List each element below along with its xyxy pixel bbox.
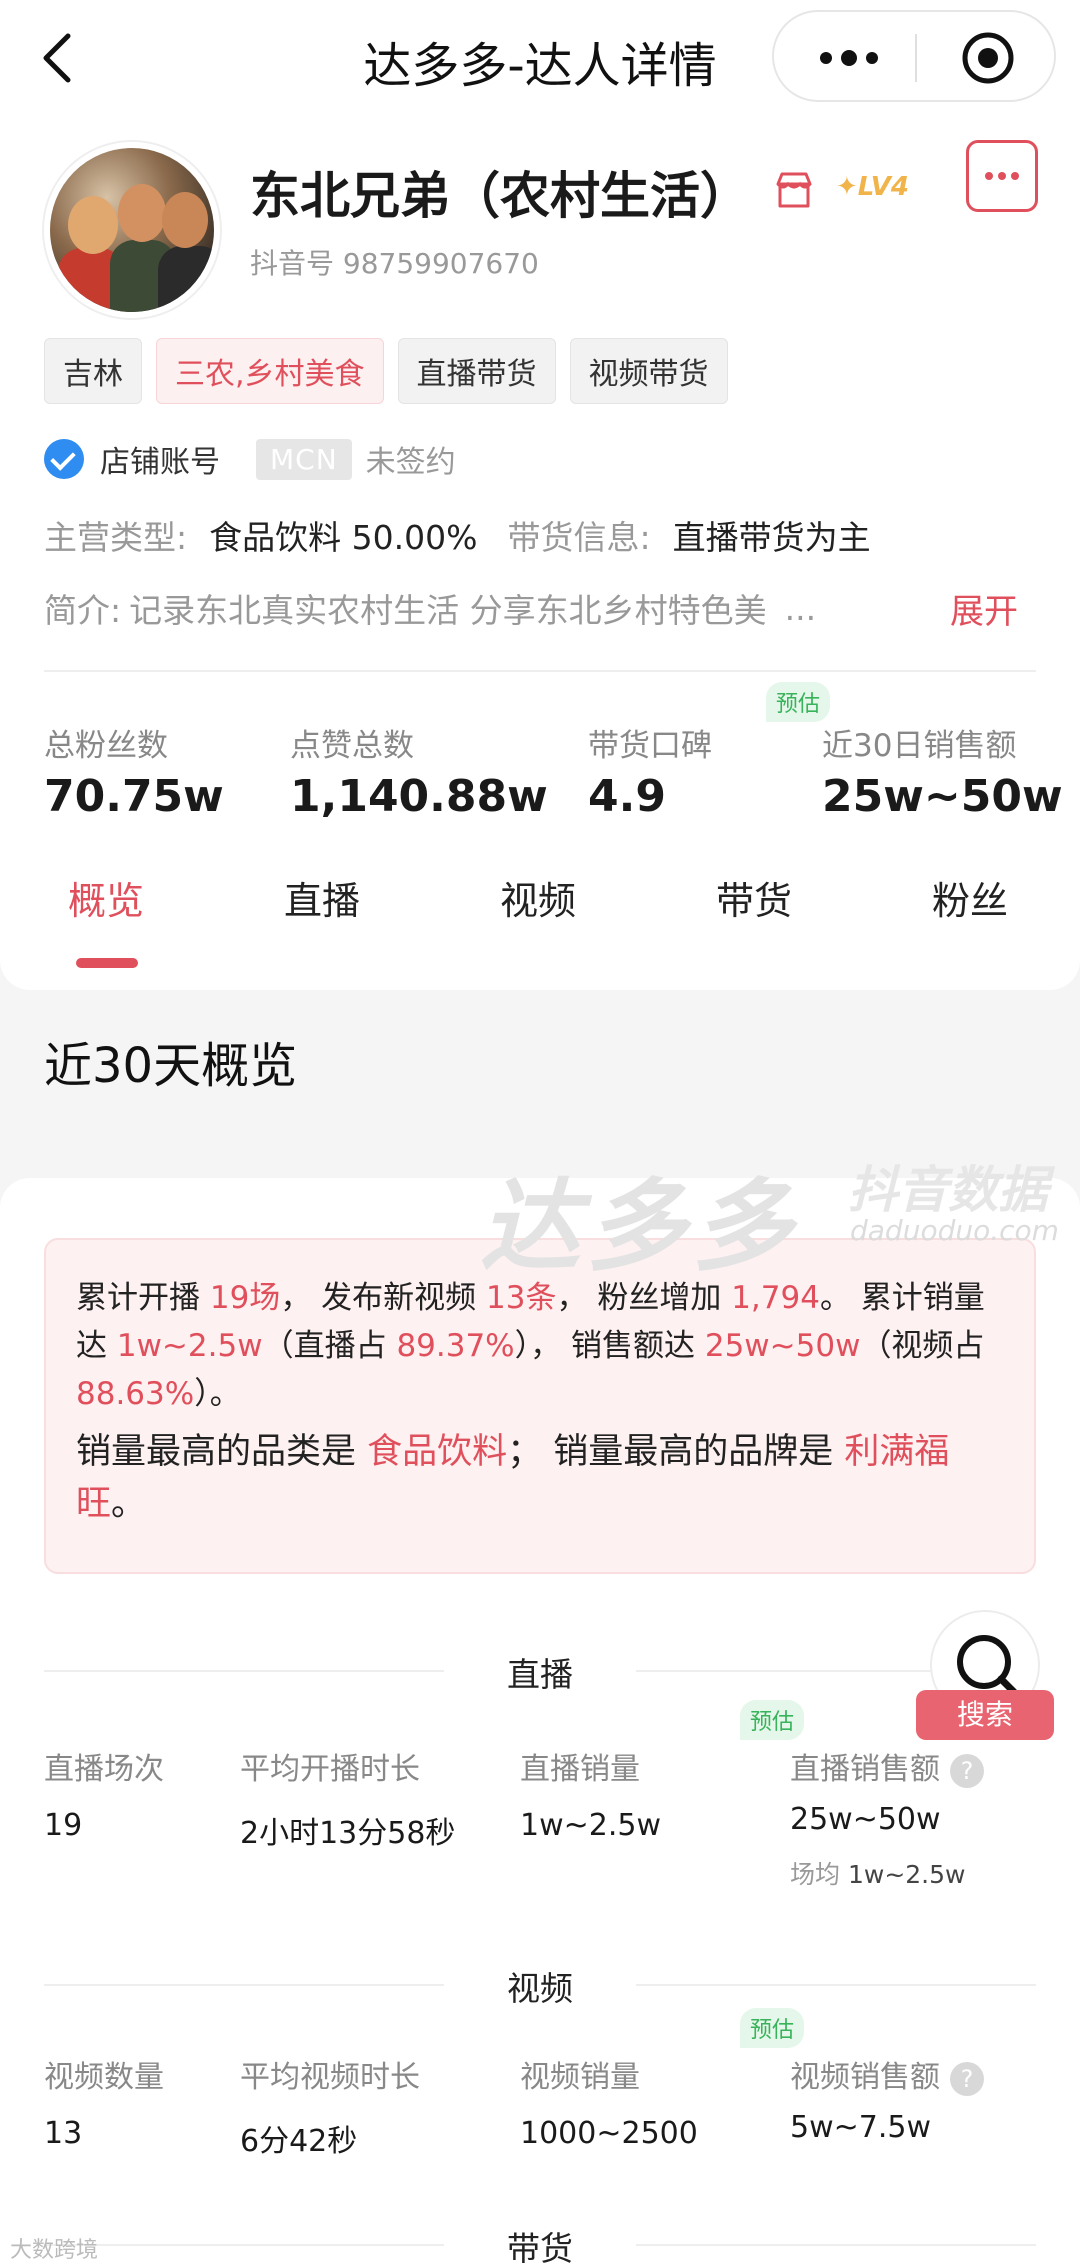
metric-avg-video-duration: 平均视频时长 6分42秒	[240, 2060, 420, 2159]
tab-fans[interactable]: 粉丝	[932, 870, 1008, 925]
metric-live-count: 直播场次 19	[44, 1752, 164, 1843]
avatar[interactable]	[44, 142, 220, 318]
intro-row: 简介: 记录东北真实农村生活 分享东北乡村特色美 ... 展开	[0, 580, 1080, 636]
video-header-text: 视频	[507, 1969, 573, 2008]
page: 达多多-达人详情 东北兄弟（农村生活） ✦LV4 抖音号 98759907670…	[0, 0, 1080, 2265]
watermark-sub: 抖音数据	[848, 1161, 1048, 1219]
search-button[interactable]: 搜索	[916, 1690, 1054, 1740]
estimate-badge: 预估	[740, 1700, 805, 1740]
stat-sales-30d: 预估 近30日销售额 25w~50w	[766, 682, 1063, 822]
account-type: 店铺账号	[100, 445, 220, 480]
stat-rating: 带货口碑 4.9	[588, 720, 712, 822]
stat-label: 点赞总数	[290, 728, 414, 764]
close-target-icon[interactable]	[960, 30, 1016, 86]
mcn-status: 未签约	[365, 445, 456, 480]
account-row: 店铺账号 MCN 未签约	[0, 434, 1080, 484]
goods-section-header: 带货	[44, 2214, 1036, 2265]
tab-goods[interactable]: 带货	[716, 870, 792, 925]
help-icon[interactable]: ?	[950, 2061, 984, 2096]
douyin-id: 抖音号 98759907670	[250, 247, 539, 280]
nav-bar: 达多多-达人详情	[0, 0, 1080, 118]
stat-value: 4.9	[588, 771, 666, 822]
tag-video-selling: 视频带货	[569, 338, 728, 404]
estimate-badge: 预估	[766, 682, 831, 722]
stat-value: 25w~50w	[822, 771, 1063, 822]
tab-live[interactable]: 直播	[284, 870, 360, 925]
tag-category: 三农,乡村美食	[156, 338, 384, 404]
summary-text: 累计开播 19场， 发布新视频 13条， 粉丝增加 1,794。 累计销量达 1…	[76, 1280, 985, 1412]
more-dots-icon[interactable]	[814, 34, 884, 82]
more-options-button[interactable]	[966, 140, 1038, 212]
live-section-header: 直播	[44, 1640, 1036, 1700]
intro-ellipsis: ...	[784, 588, 817, 628]
active-tab-indicator	[76, 958, 138, 968]
stat-label: 总粉丝数	[44, 728, 168, 764]
tag-region: 吉林	[44, 338, 142, 404]
intro-label: 简介:	[44, 591, 122, 630]
stat-value: 1,140.88w	[290, 771, 548, 822]
goods-header-text: 带货	[507, 2229, 573, 2265]
stat-fans: 总粉丝数 70.75w	[44, 720, 224, 822]
creator-name: 东北兄弟（农村生活）	[250, 167, 750, 225]
capsule-divider	[915, 34, 917, 82]
stat-label: 近30日销售额	[822, 728, 1017, 764]
metric-video-volume: 视频销量 1000~2500	[520, 2060, 698, 2151]
mcn-label: MCN	[256, 438, 352, 480]
help-icon[interactable]: ?	[950, 1753, 984, 1788]
stat-label: 带货口碑	[588, 728, 712, 764]
sales-info-value: 直播带货为主	[672, 518, 871, 557]
main-category-value: 食品饮料 50.00%	[209, 518, 478, 557]
expand-button[interactable]: 展开	[950, 584, 1018, 633]
stats-row: 总粉丝数 70.75w 点赞总数 1,140.88w 带货口碑 4.9 预估 近…	[0, 672, 1080, 832]
section-title: 近30天概览	[44, 1038, 298, 1094]
metric-live-sales: 预估 直播销售额? 25w~50w 场均 1w~2.5w	[740, 1700, 984, 1891]
mini-program-capsule	[772, 10, 1056, 102]
shop-icon	[776, 172, 812, 208]
category-row: 主营类型: 食品饮料 50.00% 带货信息: 直播带货为主	[0, 510, 1080, 560]
tab-video[interactable]: 视频	[500, 870, 576, 925]
avg-per-live: 场均 1w~2.5w	[790, 1860, 966, 1889]
metric-live-volume: 直播销量 1w~2.5w	[520, 1752, 662, 1843]
summary-top-text: 销量最高的品类是 食品饮料； 销量最高的品牌是 利满福旺。	[76, 1432, 950, 1524]
stat-likes: 点赞总数 1,140.88w	[290, 720, 548, 822]
tag-live-selling: 直播带货	[397, 338, 556, 404]
watermark-url: daduoduo.com	[850, 1214, 1059, 1247]
watermark-logo: 达多多	[480, 1168, 798, 1285]
metric-video-sales: 预估 视频销售额? 5w~7.5w	[740, 2008, 984, 2145]
intro-text: 记录东北真实农村生活 分享东北乡村特色美	[129, 591, 767, 630]
video-section-header: 视频	[44, 1954, 1036, 2014]
tab-bar: 概览 直播 视频 带货 粉丝	[0, 832, 1080, 980]
main-category-label: 主营类型:	[44, 518, 188, 557]
verified-check-icon	[44, 439, 84, 479]
level-badge: ✦LV4	[836, 172, 909, 202]
more-dots-icon	[985, 172, 1019, 180]
header-panel: 达多多-达人详情 东北兄弟（农村生活） ✦LV4 抖音号 98759907670…	[0, 0, 1080, 990]
estimate-badge: 预估	[740, 2008, 805, 2048]
sales-info-label: 带货信息:	[507, 518, 651, 557]
stat-value: 70.75w	[44, 771, 224, 822]
search-fab[interactable]: 搜索	[916, 1610, 1056, 1750]
footer-watermark: 大数跨境	[10, 2238, 99, 2263]
metric-video-count: 视频数量 13	[44, 2060, 164, 2151]
tab-overview[interactable]: 概览	[68, 870, 144, 925]
tag-list: 吉林 三农,乡村美食 直播带货 视频带货	[0, 338, 1080, 404]
profile-header: 东北兄弟（农村生活） ✦LV4 抖音号 98759907670	[0, 118, 1080, 334]
metric-avg-live-duration: 平均开播时长 2小时13分58秒	[240, 1752, 456, 1851]
live-header-text: 直播	[507, 1655, 573, 1694]
